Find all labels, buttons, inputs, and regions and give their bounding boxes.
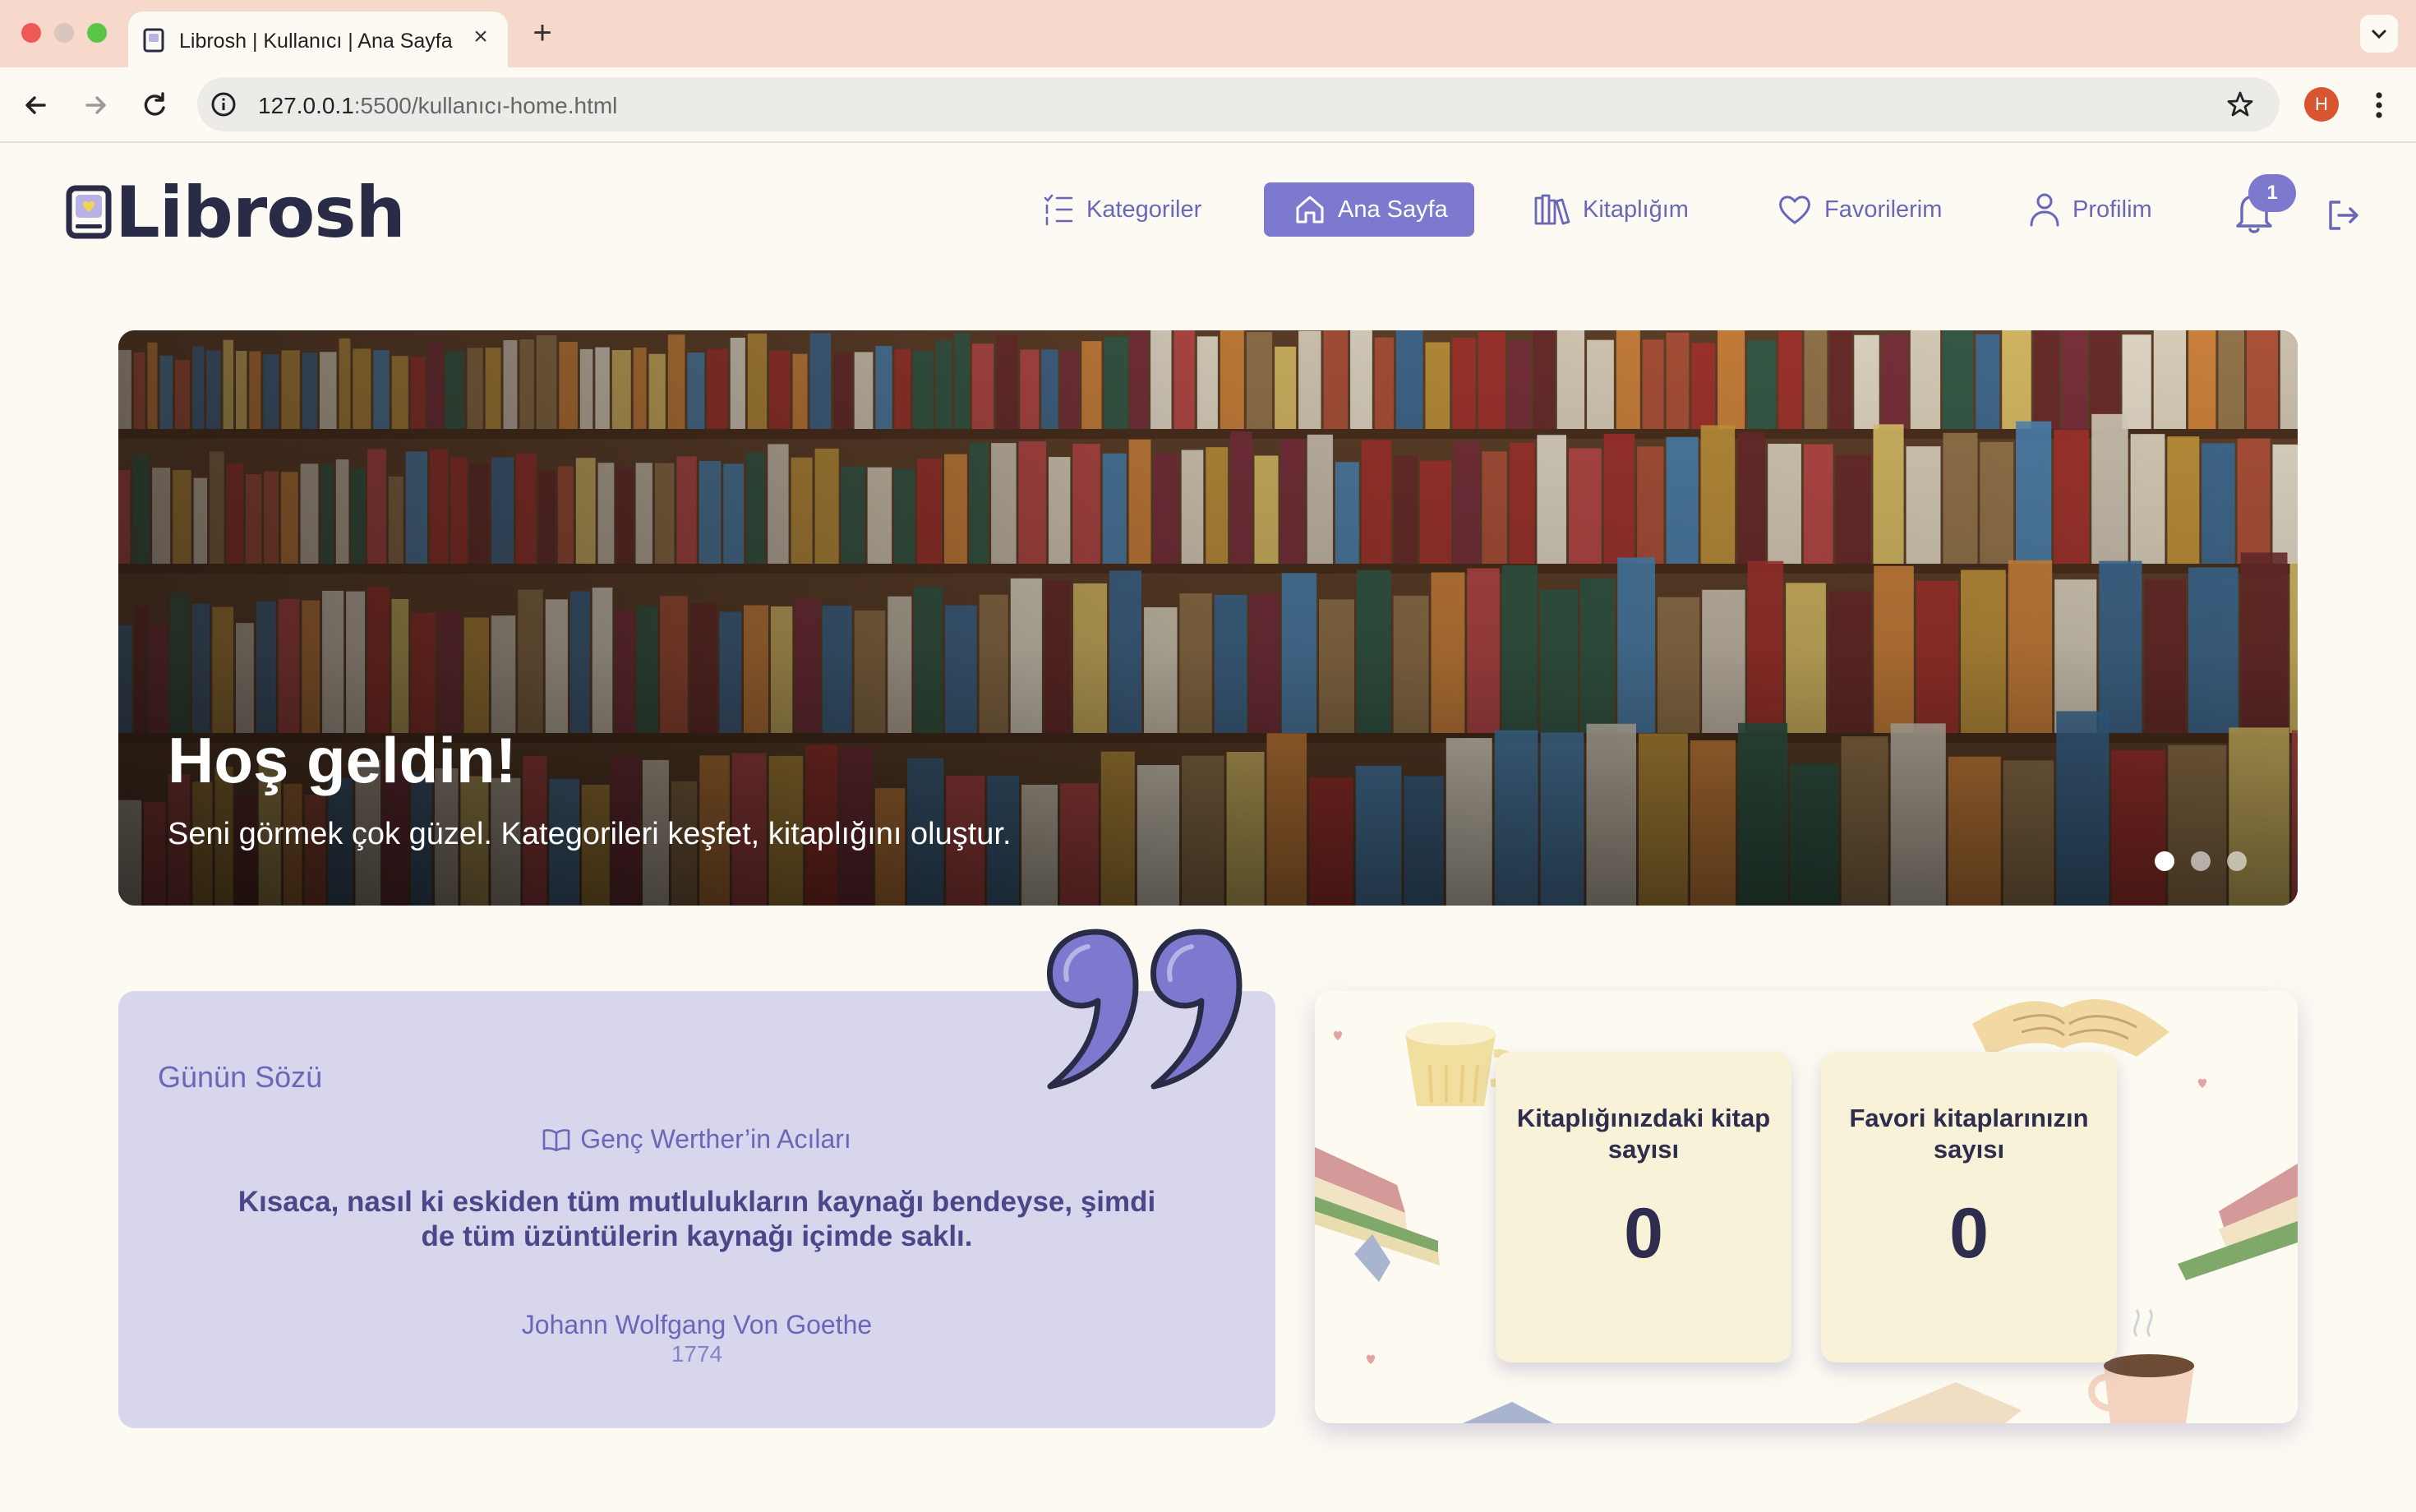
library-count-card: Kitaplığınızdaki kitap sayısı 0 xyxy=(1496,1052,1791,1362)
decorative-books-illustration xyxy=(1315,999,2298,1423)
back-arrow-icon[interactable] xyxy=(18,87,54,123)
url-text: 127.0.0.1:5500/kullanıcı-home.html xyxy=(258,93,618,118)
library-count-value: 0 xyxy=(1624,1194,1663,1273)
logo-text: Librosh xyxy=(115,172,406,254)
user-icon xyxy=(2030,193,2059,227)
nav-profile[interactable]: Profilim xyxy=(2028,182,2152,237)
hero-title: Hoş geldin! xyxy=(168,724,517,796)
browser-tab-active[interactable]: Librosh | Kullanıcı | Ana Sayfa × xyxy=(128,12,508,67)
favorites-count-label: Favori kitaplarınızın sayısı xyxy=(1849,1104,2089,1164)
list-icon xyxy=(1044,194,1073,226)
nav-home-label: Ana Sayfa xyxy=(1338,196,1448,223)
hero-carousel[interactable]: Hoş geldin! Seni görmek çok güzel. Kateg… xyxy=(118,330,2298,906)
carousel-indicator-3[interactable] xyxy=(2227,851,2247,871)
browser-tab-bar: Librosh | Kullanıcı | Ana Sayfa × + xyxy=(0,0,2416,67)
nav-categories-label: Kategoriler xyxy=(1086,196,1202,223)
tab-close-icon[interactable]: × xyxy=(467,23,495,51)
window-maximize-button[interactable] xyxy=(87,23,107,43)
carousel-indicator-2[interactable] xyxy=(2191,851,2211,871)
logo-book-icon xyxy=(66,185,112,239)
tab-search-button[interactable] xyxy=(2360,15,2398,53)
nav-favorites[interactable]: Favorilerim xyxy=(1777,182,1942,237)
nav-library[interactable]: Kitaplığım xyxy=(1533,182,1689,237)
browser-menu-icon[interactable] xyxy=(2367,87,2391,123)
nav-categories[interactable]: Kategoriler xyxy=(1042,182,1201,237)
window-close-button[interactable] xyxy=(21,23,41,43)
profile-avatar[interactable]: H xyxy=(2304,87,2339,122)
nav-library-label: Kitaplığım xyxy=(1583,196,1689,223)
favorites-count-card: Favori kitaplarınızın sayısı 0 xyxy=(1821,1052,2117,1362)
quote-book-title: Genç Werther’in Acıları xyxy=(118,1124,1275,1155)
nav-home[interactable]: Ana Sayfa xyxy=(1264,182,1474,237)
quotation-marks-icon xyxy=(1047,929,1243,1090)
site-info-icon[interactable] xyxy=(210,91,237,118)
notification-badge: 1 xyxy=(2248,174,2296,212)
address-bar[interactable]: 127.0.0.1:5500/kullanıcı-home.html xyxy=(197,77,2280,131)
bookshelf-icon xyxy=(1534,194,1570,225)
nav-favorites-label: Favorilerim xyxy=(1824,196,1943,223)
home-icon xyxy=(1296,196,1324,224)
window-minimize-button[interactable] xyxy=(54,23,74,43)
stats-card: Kitaplığınızdaki kitap sayısı 0 Favori k… xyxy=(1315,991,2298,1423)
browser-toolbar: 127.0.0.1:5500/kullanıcı-home.html H xyxy=(0,67,2416,143)
heart-icon xyxy=(1779,196,1810,224)
chevron-down-icon xyxy=(2372,30,2386,39)
open-book-icon xyxy=(542,1129,570,1152)
quote-heading: Günün Sözü xyxy=(158,1060,323,1094)
new-tab-button[interactable]: + xyxy=(526,15,559,51)
book-favicon-icon xyxy=(143,28,164,53)
tab-title: Librosh | Kullanıcı | Ana Sayfa xyxy=(179,30,453,53)
forward-arrow-icon[interactable] xyxy=(77,87,113,123)
logout-icon[interactable] xyxy=(2326,197,2362,233)
favorites-count-value: 0 xyxy=(1949,1194,1989,1273)
nav-profile-label: Profilim xyxy=(2073,196,2152,223)
quote-text: Kısaca, nasıl ki eskiden tüm mutluluklar… xyxy=(237,1186,1156,1252)
quote-author: Johann Wolfgang Von Goethe xyxy=(521,1310,873,1339)
bookmark-star-icon[interactable] xyxy=(2225,90,2255,119)
quote-year: 1774 xyxy=(671,1341,723,1367)
reload-icon[interactable] xyxy=(136,87,173,123)
hero-subtitle: Seni görmek çok güzel. Kategorileri keşf… xyxy=(168,817,1012,851)
library-count-label: Kitaplığınızdaki kitap sayısı xyxy=(1516,1104,1771,1164)
carousel-indicator-1[interactable] xyxy=(2155,851,2174,871)
